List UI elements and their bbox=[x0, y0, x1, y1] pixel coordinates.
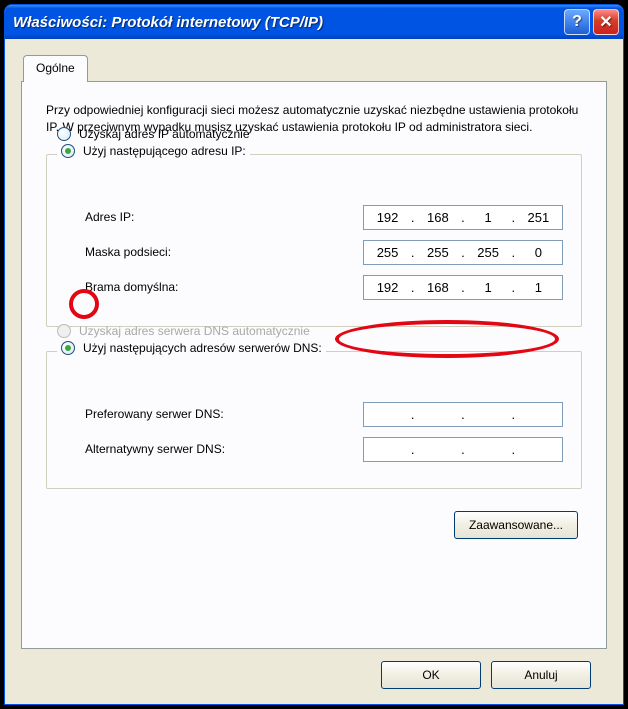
radio-icon bbox=[61, 341, 75, 355]
gateway-label: Brama domyślna: bbox=[85, 280, 363, 294]
dns-auto-row: Uzyskaj adres serwera DNS automatycznie bbox=[57, 324, 310, 338]
tab-panel-general: Przy odpowiedniej konfiguracji sieci moż… bbox=[21, 81, 607, 649]
dns-pref-label: Preferowany serwer DNS: bbox=[85, 407, 363, 421]
cancel-button-label: Anuluj bbox=[524, 668, 557, 682]
gateway-input[interactable]: 192. 168. 1. 1 bbox=[363, 275, 563, 300]
ok-button[interactable]: OK bbox=[381, 661, 481, 689]
subnet-mask-label: Maska podsieci: bbox=[85, 245, 363, 259]
dialog-window: Właściwości: Protokół internetowy (TCP/I… bbox=[4, 4, 624, 705]
close-icon[interactable]: ✕ bbox=[593, 9, 619, 35]
cancel-button[interactable]: Anuluj bbox=[491, 661, 591, 689]
client-area: Ogólne Przy odpowiedniej konfiguracji si… bbox=[5, 39, 623, 703]
radio-icon bbox=[57, 324, 71, 338]
ip-oct-2[interactable]: 168 bbox=[421, 210, 455, 225]
dns-alt-label: Alternatywny serwer DNS: bbox=[85, 442, 363, 456]
tab-general[interactable]: Ogólne bbox=[23, 55, 88, 82]
mask-oct-3[interactable]: 255 bbox=[471, 245, 505, 260]
gw-oct-4[interactable]: 1 bbox=[521, 280, 555, 295]
dns-auto-label: Uzyskaj adres serwera DNS automatycznie bbox=[79, 324, 310, 338]
dns-alt-row: Alternatywny serwer DNS: . . . bbox=[85, 437, 563, 462]
dns-alt-input[interactable]: . . . bbox=[363, 437, 563, 462]
mask-oct-4[interactable]: 0 bbox=[521, 245, 555, 260]
subnet-mask-row: Maska podsieci: 255. 255. 255. 0 bbox=[85, 240, 563, 265]
mask-oct-1[interactable]: 255 bbox=[371, 245, 405, 260]
dns-group: Uzyskaj adres serwera DNS automatycznie … bbox=[46, 351, 582, 489]
tab-strip: Ogólne bbox=[21, 55, 607, 81]
dns-manual-row[interactable]: Użyj następujących adresów serwerów DNS: bbox=[57, 341, 326, 355]
ip-address-label: Adres IP: bbox=[85, 210, 363, 224]
ip-oct-1[interactable]: 192 bbox=[371, 210, 405, 225]
window-title: Właściwości: Protokół internetowy (TCP/I… bbox=[13, 14, 561, 31]
ip-auto-row[interactable]: Uzyskaj adres IP automatycznie bbox=[57, 127, 250, 141]
mask-oct-2[interactable]: 255 bbox=[421, 245, 455, 260]
ip-address-row: Adres IP: 192. 168. 1. 251 bbox=[85, 205, 563, 230]
dns-pref-input[interactable]: . . . bbox=[363, 402, 563, 427]
dns-pref-row: Preferowany serwer DNS: . . . bbox=[85, 402, 563, 427]
advanced-button-label: Zaawansowane... bbox=[469, 518, 563, 532]
ip-manual-row[interactable]: Użyj następującego adresu IP: bbox=[57, 144, 250, 158]
ip-manual-label: Użyj następującego adresu IP: bbox=[83, 144, 246, 158]
subnet-mask-input[interactable]: 255. 255. 255. 0 bbox=[363, 240, 563, 265]
advanced-button[interactable]: Zaawansowane... bbox=[454, 511, 578, 539]
dns-manual-label: Użyj następujących adresów serwerów DNS: bbox=[83, 341, 322, 355]
radio-icon bbox=[57, 127, 71, 141]
dialog-buttons: OK Anuluj bbox=[21, 649, 607, 689]
gateway-row: Brama domyślna: 192. 168. 1. 1 bbox=[85, 275, 563, 300]
gw-oct-1[interactable]: 192 bbox=[371, 280, 405, 295]
ip-auto-label: Uzyskaj adres IP automatycznie bbox=[79, 127, 250, 141]
gw-oct-3[interactable]: 1 bbox=[471, 280, 505, 295]
tab-general-label: Ogólne bbox=[36, 61, 75, 75]
gw-oct-2[interactable]: 168 bbox=[421, 280, 455, 295]
help-icon[interactable]: ? bbox=[564, 9, 590, 35]
ok-button-label: OK bbox=[422, 668, 439, 682]
ip-address-input[interactable]: 192. 168. 1. 251 bbox=[363, 205, 563, 230]
radio-icon bbox=[61, 144, 75, 158]
titlebar[interactable]: Właściwości: Protokół internetowy (TCP/I… bbox=[5, 5, 623, 39]
ip-oct-4[interactable]: 251 bbox=[521, 210, 555, 225]
ip-group: Uzyskaj adres IP automatycznie Użyj nast… bbox=[46, 154, 582, 327]
ip-oct-3[interactable]: 1 bbox=[471, 210, 505, 225]
